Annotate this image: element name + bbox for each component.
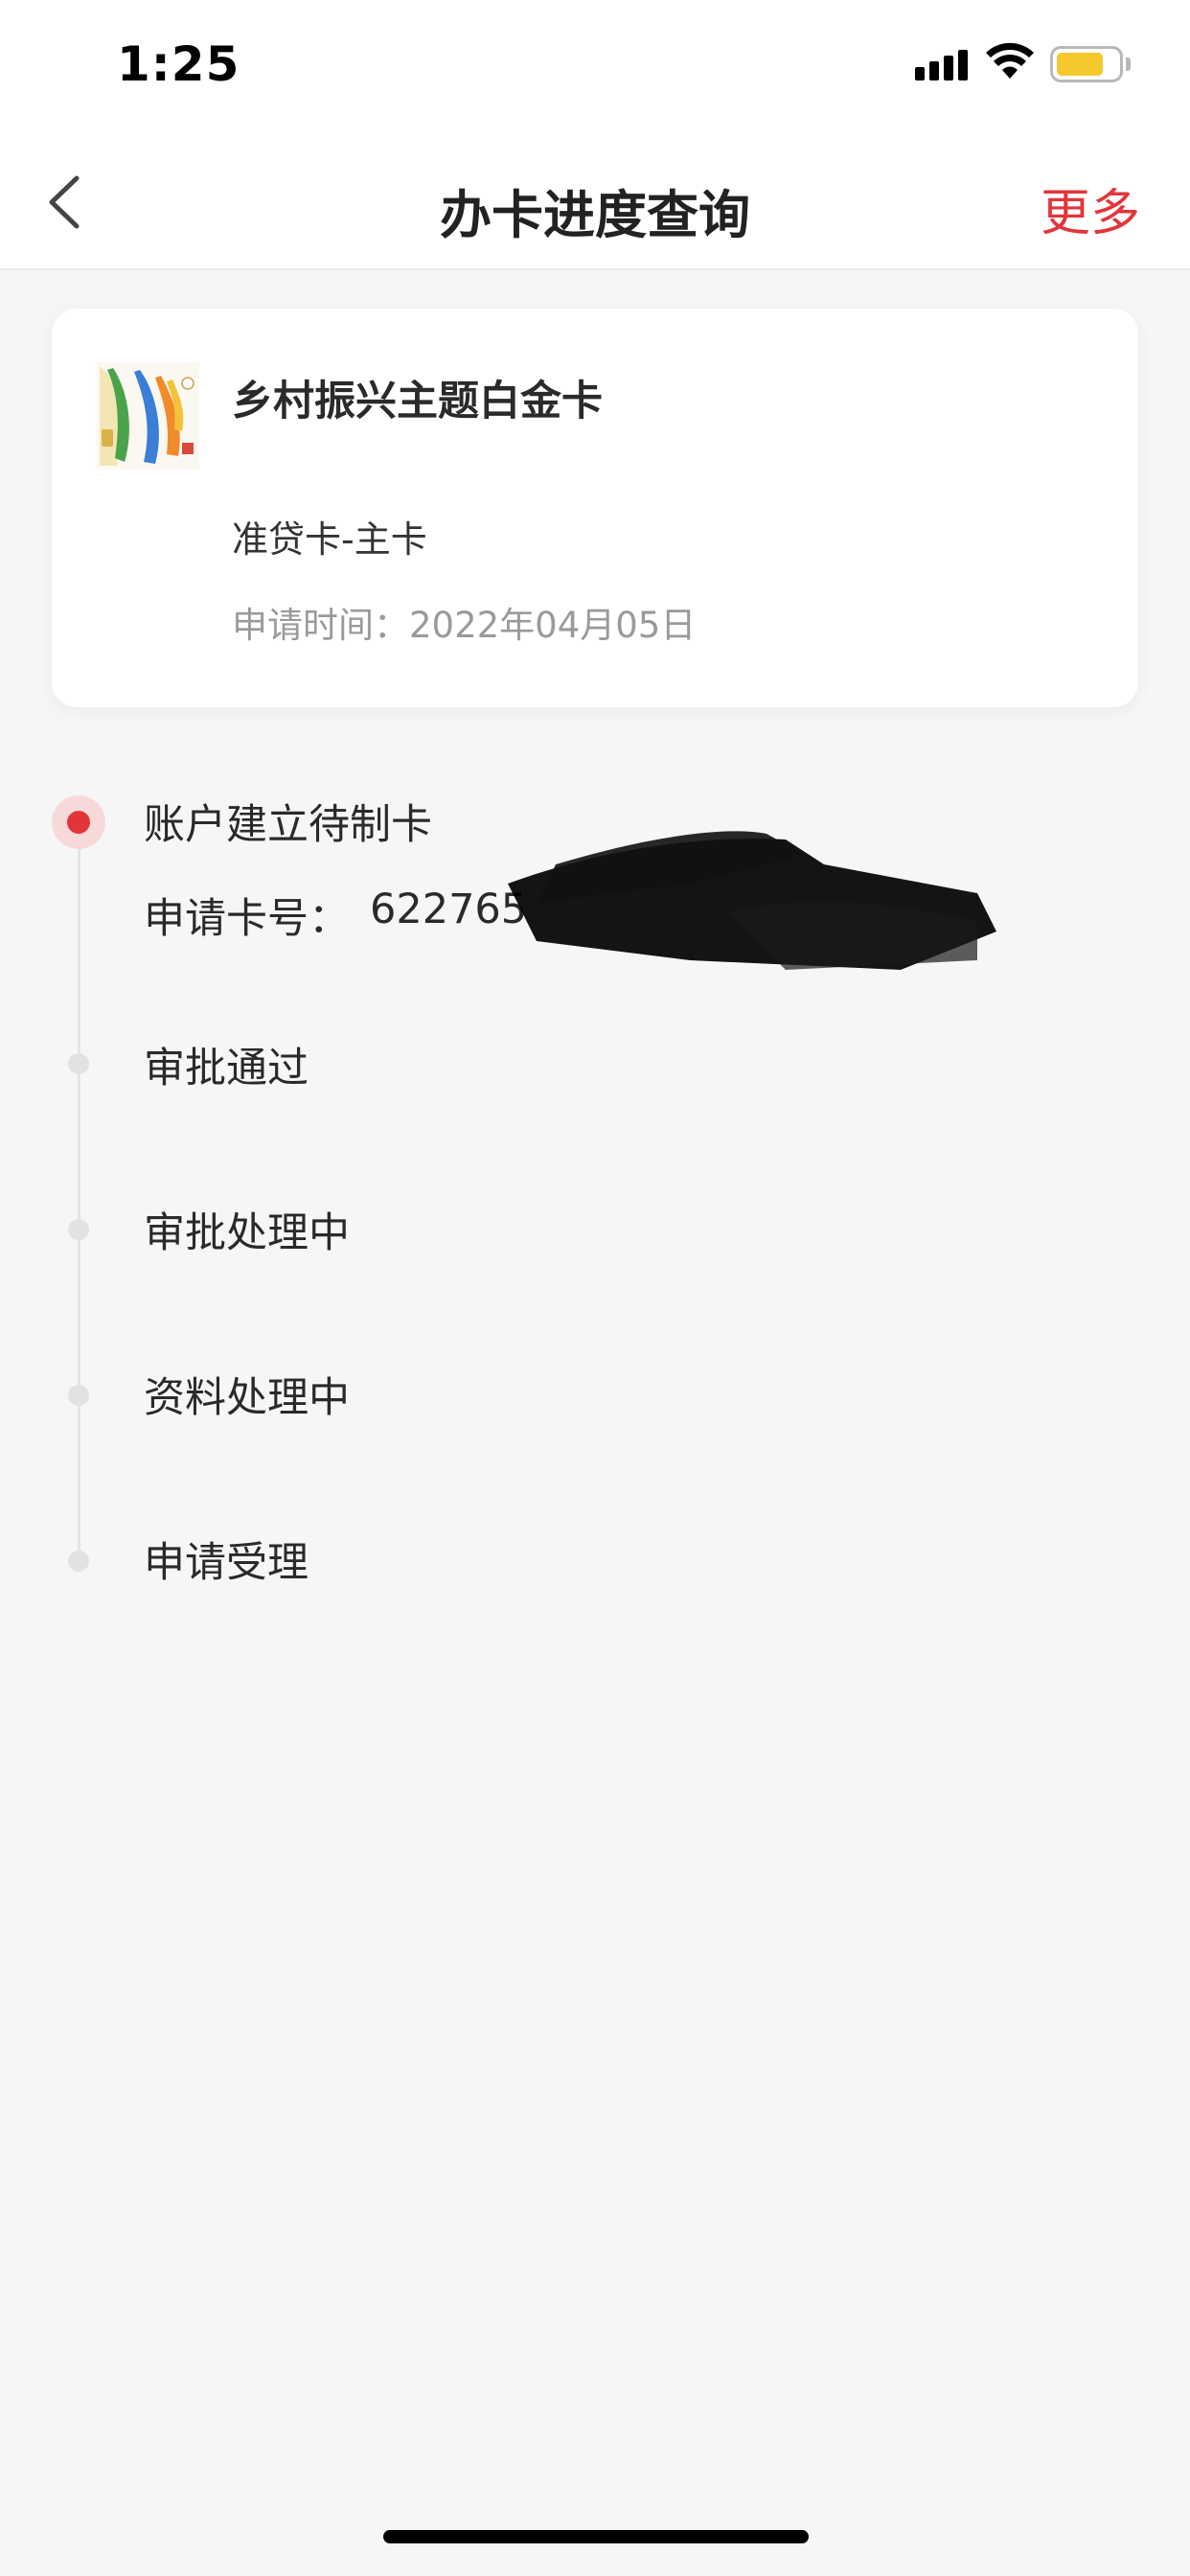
- card-number-label: 申请卡号：: [144, 895, 350, 943]
- home-indicator[interactable]: [383, 2530, 809, 2543]
- card-info-panel: 乡村振兴主题白金卡 准贷卡-主卡 申请时间：2022年04月05日: [52, 309, 1138, 707]
- nav-bar: 办卡进度查询 更多: [0, 134, 1190, 270]
- timeline-line: [78, 824, 80, 1562]
- timeline-step: 审批处理中: [144, 1209, 350, 1257]
- wifi-icon: [986, 42, 1034, 79]
- timeline-dot: [68, 1551, 89, 1572]
- card-image: [96, 362, 199, 470]
- card-name: 乡村振兴主题白金卡: [232, 378, 603, 426]
- battery-icon: [1050, 46, 1123, 82]
- battery-cap: [1126, 58, 1131, 71]
- status-time: 1:25: [117, 36, 240, 92]
- timeline-dot: [68, 1385, 89, 1406]
- status-bar: 1:25: [0, 0, 1190, 134]
- card-type: 准贷卡-主卡: [232, 518, 427, 561]
- page-title: 办卡进度查询: [440, 185, 750, 245]
- timeline-step: 资料处理中: [144, 1374, 350, 1422]
- timeline-dot: [68, 1053, 89, 1074]
- timeline-step: 审批通过: [144, 1045, 309, 1092]
- timeline-step: 申请受理: [144, 1539, 309, 1587]
- cellular-signal-icon: [915, 48, 969, 80]
- apply-time: 申请时间：2022年04月05日: [232, 605, 697, 646]
- redaction-scribble: [508, 831, 996, 970]
- timeline-dot: [68, 1219, 89, 1240]
- timeline-active-dot: [67, 811, 90, 834]
- more-button[interactable]: 更多: [1041, 172, 1140, 244]
- battery-level: [1057, 53, 1103, 76]
- timeline-step-current: 账户建立待制卡: [144, 801, 432, 849]
